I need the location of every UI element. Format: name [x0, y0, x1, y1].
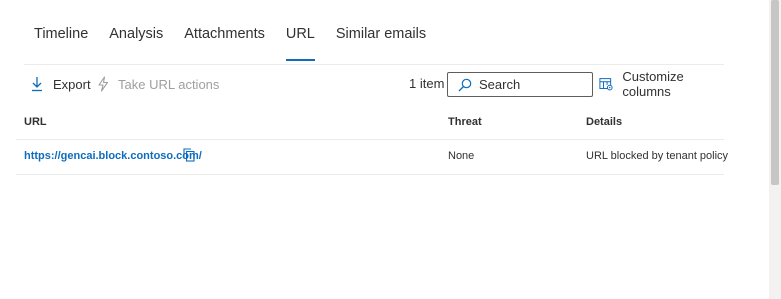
- scrollbar-thumb[interactable]: [771, 0, 779, 185]
- details-value: URL blocked by tenant policy: [586, 150, 729, 162]
- tab-bar: Timeline Analysis Attachments URL Simila…: [34, 22, 447, 61]
- download-icon: [32, 77, 42, 92]
- item-count: 1 item: [409, 76, 445, 91]
- threat-value: None: [448, 150, 475, 162]
- vertical-scrollbar[interactable]: [769, 0, 781, 299]
- customize-columns-button[interactable]: Customize columns: [599, 69, 724, 99]
- export-button[interactable]: Export: [30, 70, 91, 98]
- tab-timeline[interactable]: Timeline: [34, 22, 88, 54]
- tab-attachments[interactable]: Attachments: [184, 22, 265, 54]
- search-icon: [458, 78, 472, 91]
- lightning-icon: [98, 76, 109, 92]
- customize-columns-label: Customize columns: [622, 69, 684, 99]
- tab-similar-emails[interactable]: Similar emails: [336, 22, 426, 54]
- copy-icon[interactable]: [183, 148, 195, 167]
- export-label: Export: [53, 76, 91, 92]
- column-header-threat[interactable]: Threat: [448, 116, 482, 128]
- take-url-actions-label: Take URL actions: [118, 76, 220, 92]
- column-header-url[interactable]: URL: [24, 116, 47, 128]
- search-input[interactable]: [479, 77, 589, 92]
- divider: [24, 64, 724, 65]
- tab-analysis[interactable]: Analysis: [109, 22, 163, 54]
- customize-columns-icon: [599, 78, 613, 91]
- search-box[interactable]: [447, 72, 593, 97]
- tab-url[interactable]: URL: [285, 22, 315, 61]
- toolbar: Export Take URL actions 1 item Customize…: [24, 69, 724, 99]
- row-divider: [16, 174, 724, 175]
- column-header-details[interactable]: Details: [586, 116, 622, 128]
- take-url-actions-button[interactable]: Take URL actions: [97, 70, 219, 98]
- header-divider: [16, 139, 724, 140]
- url-link[interactable]: https://gencai.block.contoso.com/: [24, 150, 202, 162]
